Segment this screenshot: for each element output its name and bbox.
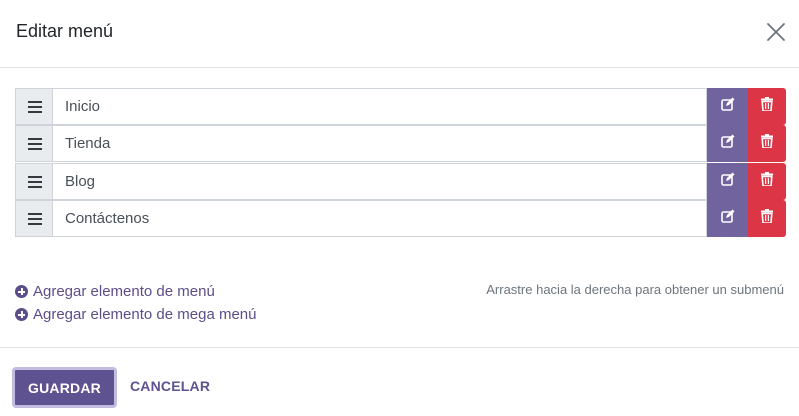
save-button[interactable]: GUARDAR	[12, 367, 117, 408]
dialog-title: Editar menú	[16, 21, 114, 41]
drag-handle-icon[interactable]	[15, 163, 53, 200]
menu-item-label-field[interactable]: Contáctenos	[52, 200, 707, 237]
edit-item-button[interactable]	[707, 88, 748, 125]
delete-item-button[interactable]	[748, 163, 786, 200]
menu-item-label-field[interactable]: Tienda	[52, 125, 707, 162]
delete-item-button[interactable]	[748, 125, 786, 162]
close-icon[interactable]	[766, 22, 786, 42]
menu-item-label: Blog	[65, 173, 96, 190]
trash-icon	[761, 209, 773, 228]
add-menu-item-link[interactable]: Agregar elemento de menú	[15, 283, 215, 300]
drag-handle-icon[interactable]	[15, 88, 53, 125]
edit-item-button[interactable]	[707, 125, 748, 162]
menu-item-row: Tienda	[15, 125, 786, 162]
add-mega-menu-item-label: Agregar elemento de mega menú	[33, 306, 257, 323]
menu-item-label: Contáctenos	[65, 210, 150, 227]
dialog-header: Editar menú	[0, 0, 799, 68]
menu-item-label-field[interactable]: Inicio	[52, 88, 734, 125]
plus-circle-icon	[15, 308, 28, 321]
edit-icon	[720, 134, 735, 153]
add-mega-menu-item-link[interactable]: Agregar elemento de mega menú	[15, 306, 256, 323]
plus-circle-icon	[15, 285, 28, 298]
delete-item-button[interactable]	[748, 200, 786, 237]
trash-icon	[761, 97, 773, 116]
menu-item-row: Inicio	[15, 88, 786, 125]
menu-item-label: Inicio	[65, 98, 101, 115]
trash-icon	[761, 172, 773, 191]
menu-item-row: Blog	[15, 163, 786, 200]
submenu-hint: Arrastre hacia la derecha para obtener u…	[486, 282, 784, 297]
edit-item-button[interactable]	[707, 163, 748, 200]
edit-icon	[720, 209, 735, 228]
dialog-footer: GUARDAR CANCELAR	[0, 347, 799, 416]
edit-icon	[720, 97, 735, 116]
delete-item-button[interactable]	[748, 88, 786, 125]
edit-icon	[720, 172, 735, 191]
add-menu-item-label: Agregar elemento de menú	[33, 283, 215, 300]
drag-handle-icon[interactable]	[15, 200, 53, 237]
cancel-button[interactable]: CANCELAR	[130, 378, 210, 394]
menu-item-label: Tienda	[65, 135, 111, 152]
edit-item-button[interactable]	[707, 200, 748, 237]
drag-handle-icon[interactable]	[15, 125, 53, 162]
menu-item-label-field[interactable]: Blog	[52, 163, 707, 200]
menu-item-row: Contáctenos	[15, 200, 786, 237]
trash-icon	[761, 134, 773, 153]
